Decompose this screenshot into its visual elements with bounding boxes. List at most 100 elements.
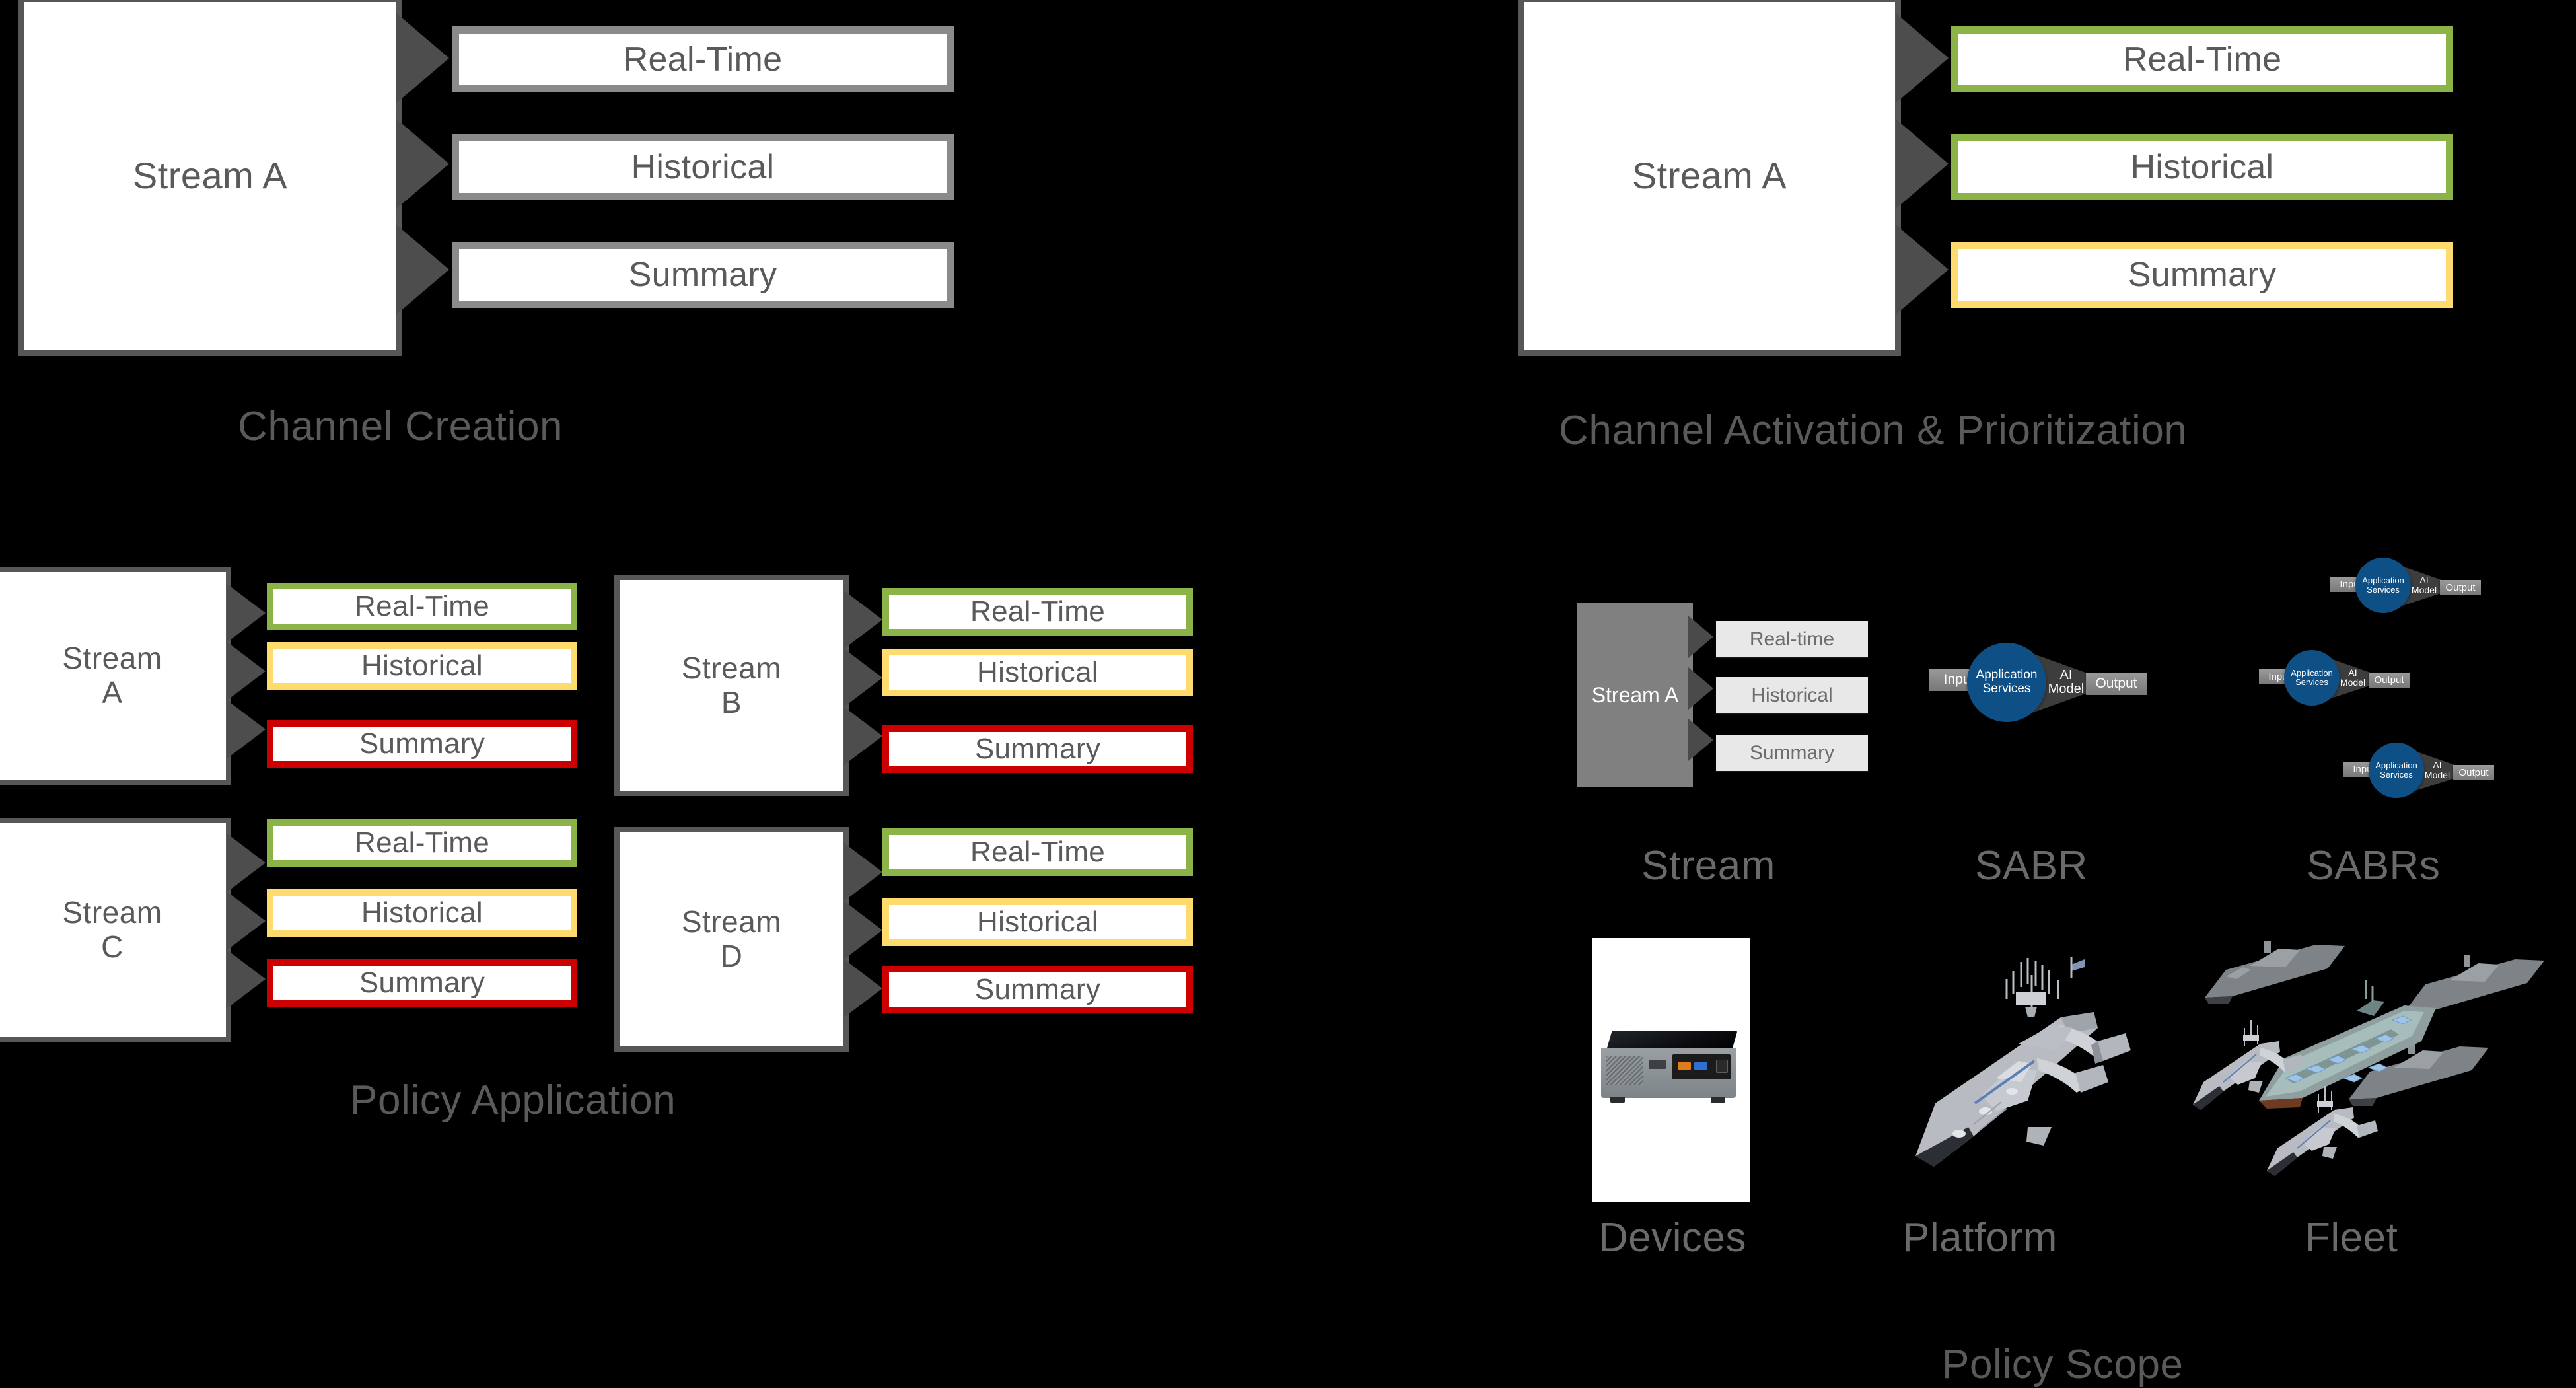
sabr-model-label-2: Model <box>2048 682 2085 696</box>
channel-chip-historical-activation[interactable]: Historical <box>1951 134 2453 200</box>
fleet-aircraft-carrier <box>2259 980 2436 1109</box>
panel-policy-application: Stream A Real-Time Historical Summary St… <box>0 555 1255 1171</box>
channel-chip-summary-creation[interactable]: Summary <box>452 242 954 308</box>
device-usb-port-blue <box>1694 1062 1707 1070</box>
sabr-services-label-2: Services <box>1982 682 2031 696</box>
sabr-services-label-1: Application <box>2291 667 2333 678</box>
sabr-output-label: Output <box>2374 675 2404 686</box>
sabr-model-label-2: Model <box>2424 769 2451 780</box>
sabr-output-label: Output <box>2095 676 2137 691</box>
mini-channel-label: Real-time <box>1749 628 1835 650</box>
sabr-output-bar: Output <box>2369 673 2410 688</box>
stream-source-label-a: Stream A <box>62 641 162 710</box>
panel-channel-creation: Stream A Real-Time Historical Summary Ch… <box>0 0 1255 482</box>
sabr-services-label-2: Services <box>2295 677 2328 687</box>
sabr-unit: Input Application Services AI Model Outp… <box>2343 733 2495 813</box>
sabr-output-bar: Output <box>2440 580 2481 595</box>
channel-label: Historical <box>2130 148 2274 186</box>
sabr-application-services-circle: Application Services <box>2369 743 2424 798</box>
channel-label: Real-Time <box>970 595 1105 628</box>
channel-chip-b-summary[interactable]: Summary <box>882 725 1193 773</box>
sabr-model-label-1: AI <box>2419 575 2429 585</box>
stream-channels-icon: Stream A <box>1577 603 1693 787</box>
scope-label-stream: Stream <box>1641 843 1775 889</box>
stream-source-box-creation[interactable]: Stream A <box>18 0 402 356</box>
sabr-pipeline-icon: Input Application Services AI Model Outp… <box>1929 628 2147 747</box>
channel-label: Real-Time <box>355 826 489 859</box>
sabr-services-label-1: Application <box>2362 575 2404 585</box>
channel-label: Summary <box>628 256 777 294</box>
mini-channel-historical: Historical <box>1716 677 1868 713</box>
device-usb-port-orange <box>1678 1062 1691 1070</box>
sabr-ai-model-label: AI Model <box>2337 668 2369 687</box>
sabr-services-label-2: Services <box>2380 770 2413 780</box>
sabr-model-label-2: Model <box>2340 676 2366 688</box>
mini-channel-real-time: Real-time <box>1716 621 1868 657</box>
channel-chip-d-real-time[interactable]: Real-Time <box>882 828 1193 876</box>
sabr-unit: Input Application Services AI Model Outp… <box>2259 641 2411 720</box>
sabr-output-label: Output <box>2445 582 2476 593</box>
stream-source-box-activation[interactable]: Stream A <box>1518 0 1901 356</box>
panel-caption-policy-application: Policy Application <box>350 1078 676 1123</box>
stream-source-box-c[interactable]: Stream C <box>0 818 231 1042</box>
channel-chip-real-time-activation[interactable]: Real-Time <box>1951 26 2453 92</box>
channel-label: Summary <box>359 727 485 760</box>
sabr-output-label: Output <box>2458 767 2489 778</box>
stream-source-label: Stream A <box>132 155 288 197</box>
channel-chip-d-summary[interactable]: Summary <box>882 966 1193 1013</box>
sabr-output-bar: Output <box>2453 765 2494 780</box>
channel-chip-b-historical[interactable]: Historical <box>882 649 1193 696</box>
mini-channel-summary: Summary <box>1716 735 1868 771</box>
mini-pc-device-icon <box>1600 1031 1744 1116</box>
channel-label: Real-Time <box>355 590 489 622</box>
channel-chip-a-summary[interactable]: Summary <box>267 720 577 768</box>
channel-chip-c-real-time[interactable]: Real-Time <box>267 819 577 867</box>
sabr-services-label-1: Application <box>2375 760 2417 770</box>
channel-chip-a-historical[interactable]: Historical <box>267 642 577 690</box>
device-vent-grille <box>1606 1056 1643 1085</box>
channel-label: Summary <box>2128 256 2277 294</box>
sabr-application-services-circle: Application Services <box>2284 650 2340 706</box>
sabr-model-label-1: AI <box>2059 668 2073 682</box>
channel-label: Historical <box>361 649 483 682</box>
sabr-application-services-circle: Application Services <box>1967 643 2046 722</box>
mini-stream-label: Stream A <box>1591 682 1679 707</box>
scope-label-platform: Platform <box>1902 1215 2057 1260</box>
panel-channel-activation: Stream A Real-Time Historical Summary Ch… <box>1499 0 2576 489</box>
channel-chip-a-real-time[interactable]: Real-Time <box>267 583 577 630</box>
channel-label: Real-Time <box>2122 40 2282 79</box>
panel-caption-channel-activation: Channel Activation & Prioritization <box>1559 408 2188 453</box>
stream-source-box-b[interactable]: Stream B <box>614 575 849 796</box>
stream-source-box-a[interactable]: Stream A <box>0 567 231 785</box>
channel-chip-historical-creation[interactable]: Historical <box>452 134 954 200</box>
sabr-model-label-1: AI <box>2348 667 2357 678</box>
channel-chip-c-historical[interactable]: Historical <box>267 889 577 937</box>
panel-policy-scope: Stream A Real-time Historical Summary St… <box>1506 542 2576 1387</box>
channel-chip-d-historical[interactable]: Historical <box>882 898 1193 946</box>
panel-caption-policy-scope: Policy Scope <box>1942 1342 2184 1387</box>
device-image-plate <box>1592 938 1750 1202</box>
channel-label: Historical <box>977 656 1098 688</box>
panel-caption-channel-creation: Channel Creation <box>238 404 563 449</box>
scope-label-sabr: SABR <box>1975 843 2088 889</box>
naval-fleet-icon <box>2193 941 2544 1176</box>
sabr-services-label-2: Services <box>2367 585 2400 595</box>
channel-chip-real-time-creation[interactable]: Real-Time <box>452 26 954 92</box>
sabr-output-bar: Output <box>2086 673 2147 695</box>
channel-chip-summary-activation[interactable]: Summary <box>1951 242 2453 308</box>
stream-source-label-d: Stream D <box>681 904 782 973</box>
device-foot-right <box>1711 1097 1725 1103</box>
scope-label-sabrs: SABRs <box>2307 843 2441 889</box>
scope-label-devices: Devices <box>1598 1215 1747 1260</box>
sabr-ai-model-label: AI Model <box>2044 669 2088 696</box>
device-power-button <box>1716 1060 1728 1073</box>
sabr-application-services-circle: Application Services <box>2355 558 2411 613</box>
device-foot-left <box>1610 1097 1625 1103</box>
channel-chip-c-summary[interactable]: Summary <box>267 959 577 1007</box>
scope-label-fleet: Fleet <box>2305 1215 2398 1260</box>
channel-label: Real-Time <box>623 40 783 79</box>
sabr-model-label-1: AI <box>2433 760 2442 770</box>
channel-label: Real-Time <box>970 836 1105 868</box>
stream-source-box-d[interactable]: Stream D <box>614 827 849 1052</box>
channel-chip-b-real-time[interactable]: Real-Time <box>882 588 1193 636</box>
